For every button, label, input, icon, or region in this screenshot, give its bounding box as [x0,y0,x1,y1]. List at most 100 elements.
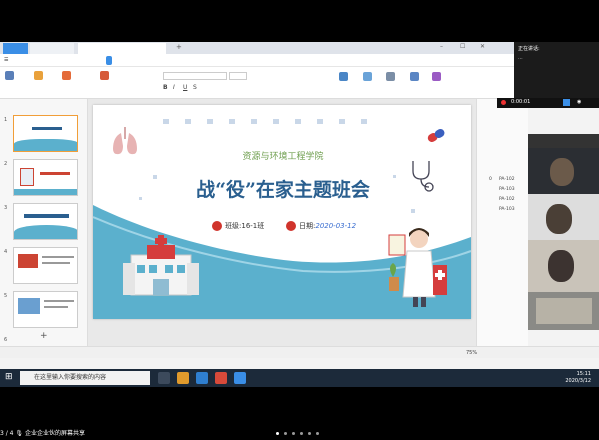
slide-thumbnail-1[interactable] [13,115,78,152]
participant-room [536,298,592,324]
date-label: 日期: [299,222,316,230]
menu-bar: ☰ [0,54,514,67]
arrange-icon[interactable] [386,72,395,81]
wps-app-icon[interactable] [215,372,227,384]
participant-video[interactable] [528,134,599,148]
slide-thumbnail-pane: 1 2 3 4 5 6 + [0,99,88,346]
bold-icon[interactable]: B [163,84,168,91]
shape-icon[interactable] [363,72,372,81]
stethoscope-icon [412,161,434,192]
ribbon-toolbar: B I U S [0,67,514,99]
clock-date: 2020/3/12 [565,378,591,384]
meeting-app-icon[interactable] [234,372,246,384]
file-explorer-icon[interactable] [177,372,189,384]
new-tab-icon[interactable]: + [176,43,182,51]
slide-thumbnail-4[interactable] [13,247,78,284]
page-dot[interactable] [300,432,303,435]
slide-editor: 资源与环境工程学院 战“役”在家主题班会 班级:16-1班 日期:2020-03… [88,99,476,346]
maximize-icon[interactable]: ☐ [460,43,465,50]
microphone-icon: 🎙 [15,430,25,437]
slide-number: 5 [4,293,8,299]
edge-browser-icon[interactable] [196,372,208,384]
slide-thumbnail-2[interactable] [13,159,78,196]
tab-templates[interactable] [30,43,74,54]
underline-icon[interactable]: U [183,84,187,91]
strikethrough-icon[interactable]: S [193,84,197,91]
share-icon[interactable] [563,99,570,106]
slide-thumbnail-3[interactable] [13,203,78,240]
page-dot[interactable] [308,432,311,435]
notes-area[interactable] [88,329,476,341]
zoom-level[interactable]: 75% [466,350,477,356]
wps-tab-bar: + – ☐ ✕ [0,42,599,54]
anim-item[interactable]: PA-102 [499,197,515,202]
page-dot[interactable] [292,432,295,435]
page-dot[interactable] [284,432,287,435]
thumb-wave [14,225,77,239]
thumb-image [18,298,40,314]
call-timer: 0:00:01 [511,99,531,105]
record-icon[interactable] [501,100,506,105]
panel-controls[interactable]: ⋯ [518,56,523,62]
participant-video[interactable] [528,292,599,330]
slide-canvas[interactable]: 资源与环境工程学院 战“役”在家主题班会 班级:16-1班 日期:2020-03… [93,105,471,319]
task-view-icon[interactable] [158,372,170,384]
outline-icon[interactable] [410,72,419,81]
clock-time: 15:11 [576,371,591,377]
tab-document[interactable] [78,43,166,54]
anim-item[interactable]: PA-103 [499,187,515,192]
participant-face [548,250,574,282]
find-icon[interactable] [432,72,441,81]
menu-start[interactable] [106,56,112,65]
slide-thumbnail-5[interactable] [13,291,78,328]
call-control-bar: 0:00:01 ◉ [497,98,599,108]
format-painter-icon[interactable] [34,71,43,80]
close-icon[interactable]: ✕ [480,43,485,50]
thumb-text [42,262,70,264]
thumb-title [32,127,62,130]
participant-face [550,158,574,186]
minimize-icon[interactable]: – [440,43,443,50]
date-value: 2020-03-12 [315,222,357,230]
taskbar-search-box[interactable]: 在这里输入你要搜索的内容 [20,371,150,385]
page-dot[interactable] [276,432,279,435]
participant-video[interactable] [528,148,599,194]
textbox-icon[interactable] [339,72,348,81]
tab-home[interactable] [3,43,28,54]
pill-icon [427,129,445,143]
windows-start-icon[interactable]: ⊞ [5,372,13,382]
page-dot[interactable] [316,432,319,435]
participant-face [546,204,572,234]
participant-video[interactable] [528,194,599,240]
play-current-icon[interactable] [62,71,71,80]
menu-icon[interactable]: ☰ [4,54,8,67]
anim-item[interactable]: PA-103 [499,207,515,212]
lungs-icon [113,127,137,155]
thumb-text [44,300,74,302]
new-slide-icon[interactable] [100,71,109,80]
paste-icon[interactable] [5,71,14,80]
thumb-wave [14,139,77,151]
participant-video[interactable] [528,240,599,292]
share-status-text: 企业企业伙的屏幕共享 [24,430,85,437]
thumb-title [24,214,69,218]
class-label: 班级: [225,222,242,230]
slide-artwork [93,119,471,319]
date-pin-icon [286,221,296,231]
slide-number: 1 [4,117,8,123]
slide-subtitle: 资源与环境工程学院 [242,152,324,162]
animation-task-pane: 0 PA-102 PA-103 PA-102 PA-103 [476,99,528,346]
italic-icon[interactable]: I [173,84,175,91]
thumb-doc [20,168,34,186]
font-name-select[interactable] [163,72,227,80]
slide-number: 4 [4,249,8,255]
add-slide-icon[interactable]: + [40,331,48,341]
font-size-select[interactable] [229,72,247,80]
list-index: 0 [489,177,492,182]
date-info: 日期:2020-03-12 [299,221,356,231]
thumb-image [18,254,38,268]
class-pin-icon [212,221,222,231]
anim-item[interactable]: PA-102 [499,177,515,182]
user-icon[interactable]: ◉ [577,99,581,105]
thumb-text [40,172,70,175]
